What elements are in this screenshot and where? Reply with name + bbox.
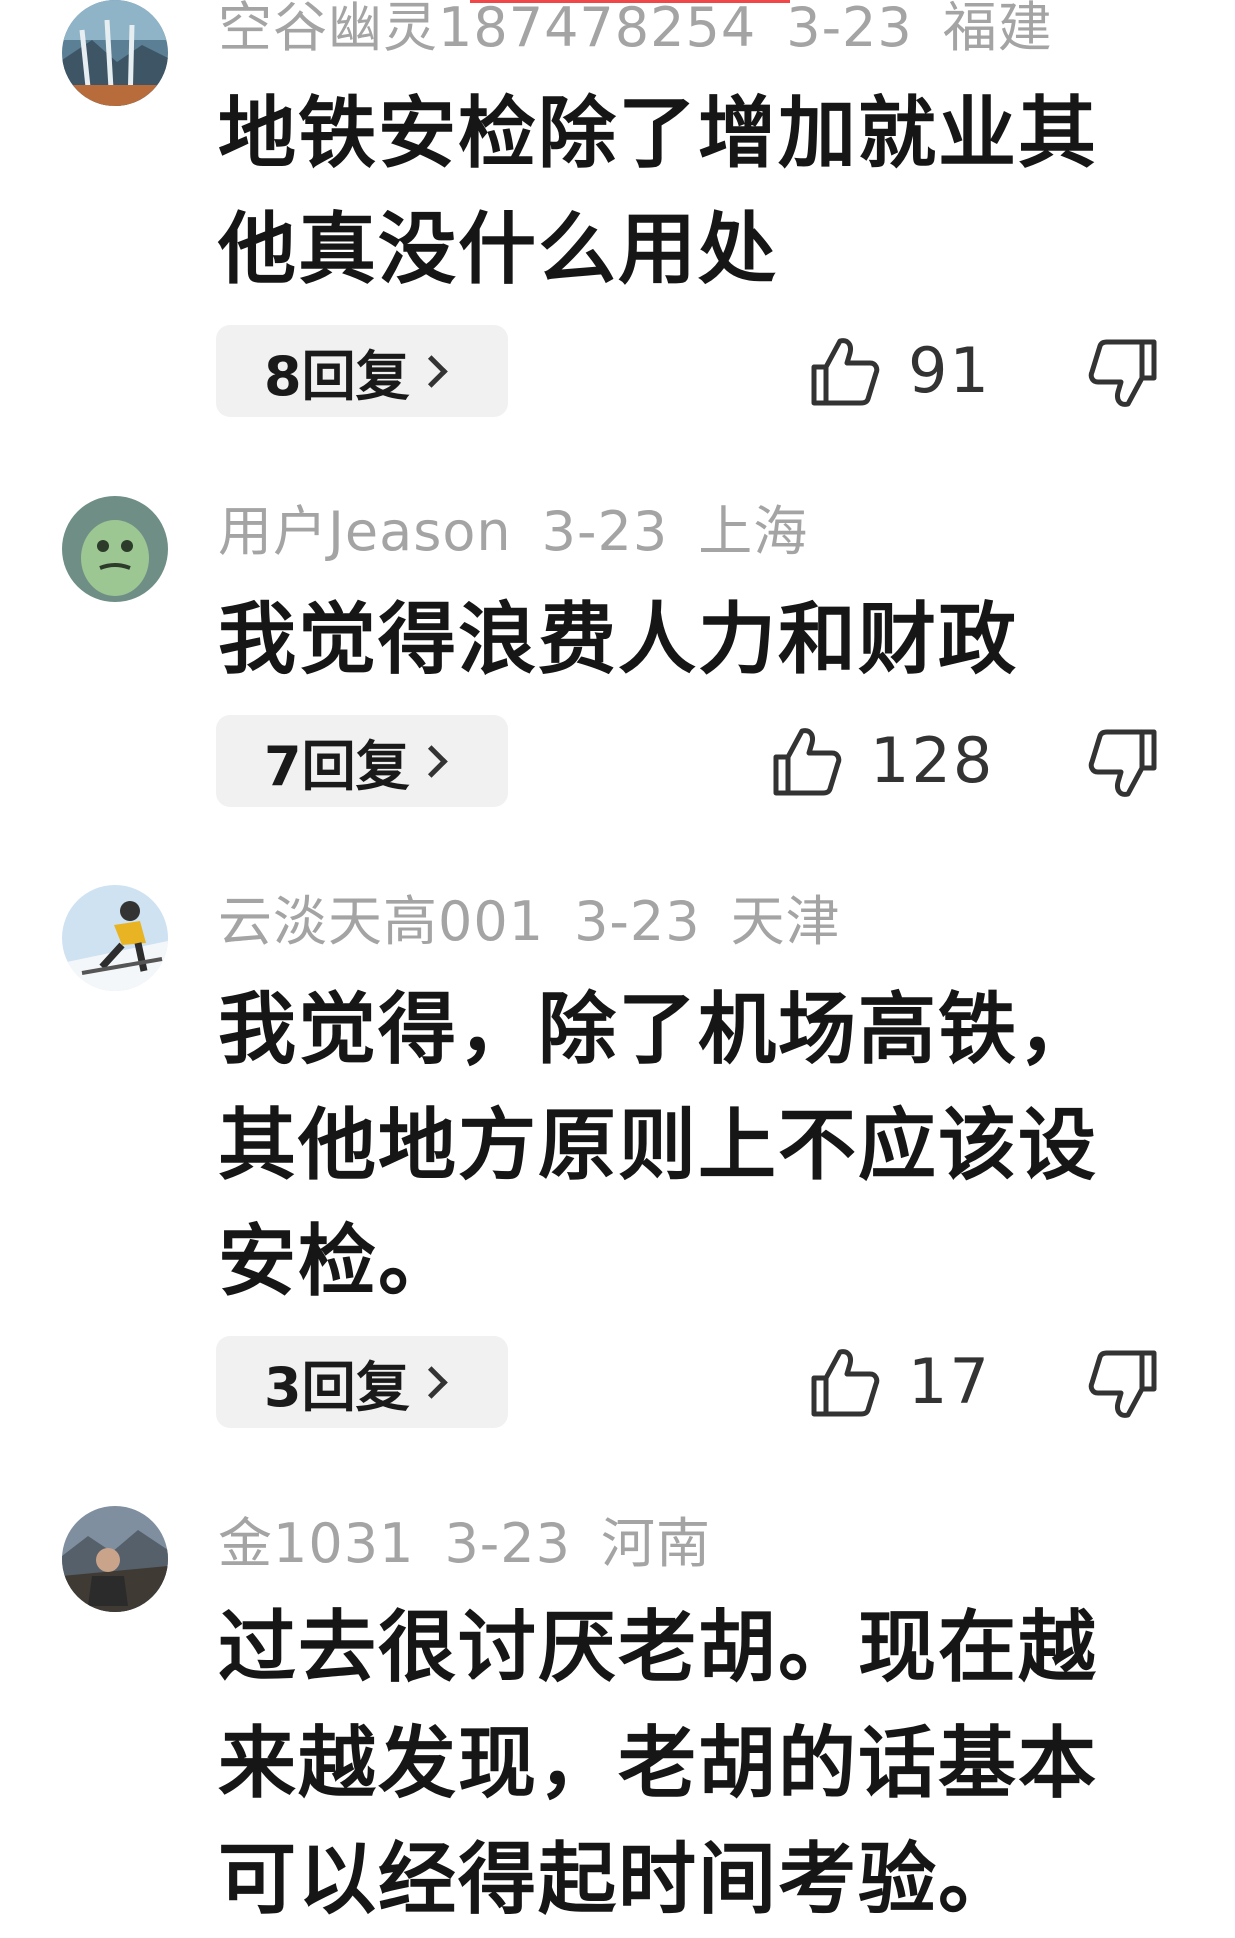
thumbs-up-icon (811, 337, 880, 405)
comment-location: 天津 (730, 890, 841, 953)
comment-meta: 用户Jeason 3-23 上海 (218, 500, 838, 564)
chevron-right-icon (414, 354, 448, 388)
dislike-button[interactable] (1088, 338, 1160, 414)
like-count: 91 (908, 334, 991, 407)
comment-username[interactable]: 空谷幽灵187478254 (218, 0, 756, 59)
like-button[interactable]: 91 (808, 334, 991, 407)
comment-meta: 金1031 3-23 河南 (218, 1512, 741, 1576)
chevron-right-icon (414, 744, 448, 778)
comment-location: 福建 (942, 0, 1053, 59)
comment-meta: 空谷幽灵187478254 3-23 福建 (218, 0, 1083, 60)
dislike-button[interactable] (1088, 728, 1160, 804)
comment-date: 3-23 (574, 890, 701, 953)
thumbs-up-icon (773, 727, 842, 795)
comment-text: 地铁安检除了增加就业其 他真没什么用处 (218, 89, 1099, 295)
comment-username[interactable]: 云淡天高001 (218, 890, 544, 953)
comment-text: 我觉得，除了机场高铁， 其他地方原则上不应该设 安检。 (218, 985, 1099, 1307)
avatar[interactable] (62, 885, 168, 991)
like-count: 17 (908, 1345, 991, 1418)
reply-button[interactable]: 8回复 (216, 325, 508, 417)
comment-date: 3-23 (786, 0, 913, 59)
like-button[interactable]: 128 (770, 724, 994, 797)
avatar[interactable] (62, 1506, 168, 1612)
thumbs-down-icon (1088, 339, 1157, 407)
thumbs-up-icon (811, 1348, 880, 1416)
reply-count: 7回复 (264, 734, 410, 798)
like-count: 128 (870, 724, 995, 797)
comment-location: 上海 (698, 500, 809, 563)
comment-text: 过去很讨厌老胡。现在越 来越发现，老胡的话基本 可以经得起时间考验。 (218, 1603, 1099, 1925)
avatar[interactable] (62, 496, 168, 602)
thumbs-down-icon (1088, 1350, 1157, 1418)
comment-username[interactable]: 用户Jeason (218, 500, 512, 563)
dislike-button[interactable] (1088, 1349, 1160, 1425)
comment-date: 3-23 (444, 1512, 571, 1575)
comment-text: 我觉得浪费人力和财政 (218, 595, 1019, 685)
reply-button[interactable]: 7回复 (216, 715, 508, 807)
comment-meta: 云淡天高001 3-23 天津 (218, 890, 871, 954)
comment-location: 河南 (601, 1512, 711, 1575)
reply-count: 8回复 (264, 344, 410, 408)
thumbs-down-icon (1088, 729, 1157, 797)
comment-date: 3-23 (541, 500, 669, 563)
chevron-right-icon (414, 1365, 448, 1399)
avatar[interactable] (62, 0, 168, 106)
reply-count: 3回复 (264, 1355, 410, 1419)
like-button[interactable]: 17 (808, 1345, 991, 1418)
reply-button[interactable]: 3回复 (216, 1336, 508, 1428)
comment-username[interactable]: 金1031 (218, 1512, 414, 1575)
